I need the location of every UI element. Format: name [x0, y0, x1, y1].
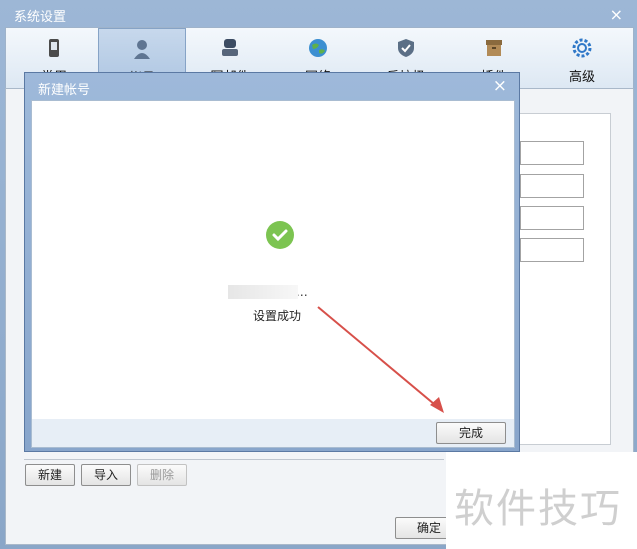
import-account-button[interactable]: 导入 — [81, 464, 131, 486]
account-field-1[interactable] — [520, 141, 584, 165]
finish-button[interactable]: 完成 — [436, 422, 506, 444]
redacted-email-mask — [228, 285, 298, 299]
phone-icon — [49, 39, 59, 57]
dialog-close-button[interactable]: × — [493, 76, 507, 96]
new-account-dialog: 新建帐号 × …com… 设置成功 完成 — [24, 72, 520, 452]
new-account-button[interactable]: 新建 — [25, 464, 75, 486]
account-field-2[interactable] — [520, 174, 584, 198]
tab-advanced[interactable]: 高级 — [538, 28, 626, 88]
annotation-arrow-icon — [317, 306, 444, 413]
shield-icon — [398, 39, 414, 57]
user-icon — [134, 40, 150, 59]
dialog-footer: 完成 — [31, 419, 515, 448]
dialog-body: …com… 设置成功 — [31, 100, 515, 421]
account-field-3[interactable] — [520, 206, 584, 230]
success-check-icon — [266, 221, 294, 249]
stamp-icon — [222, 39, 238, 56]
gear-icon — [572, 38, 592, 58]
box-icon — [486, 40, 502, 56]
window-title: 系统设置 — [14, 10, 67, 25]
window-close-button[interactable]: × — [610, 5, 623, 24]
watermark-text: 软件技巧 — [454, 486, 622, 532]
watermark: 软件技巧 — [446, 452, 637, 549]
tab-advanced-label: 高级 — [568, 70, 595, 85]
account-field-4[interactable] — [520, 238, 584, 262]
globe-icon — [309, 39, 327, 57]
dialog-title: 新建帐号 — [38, 83, 91, 98]
delete-account-button[interactable]: 删除 — [137, 464, 187, 486]
